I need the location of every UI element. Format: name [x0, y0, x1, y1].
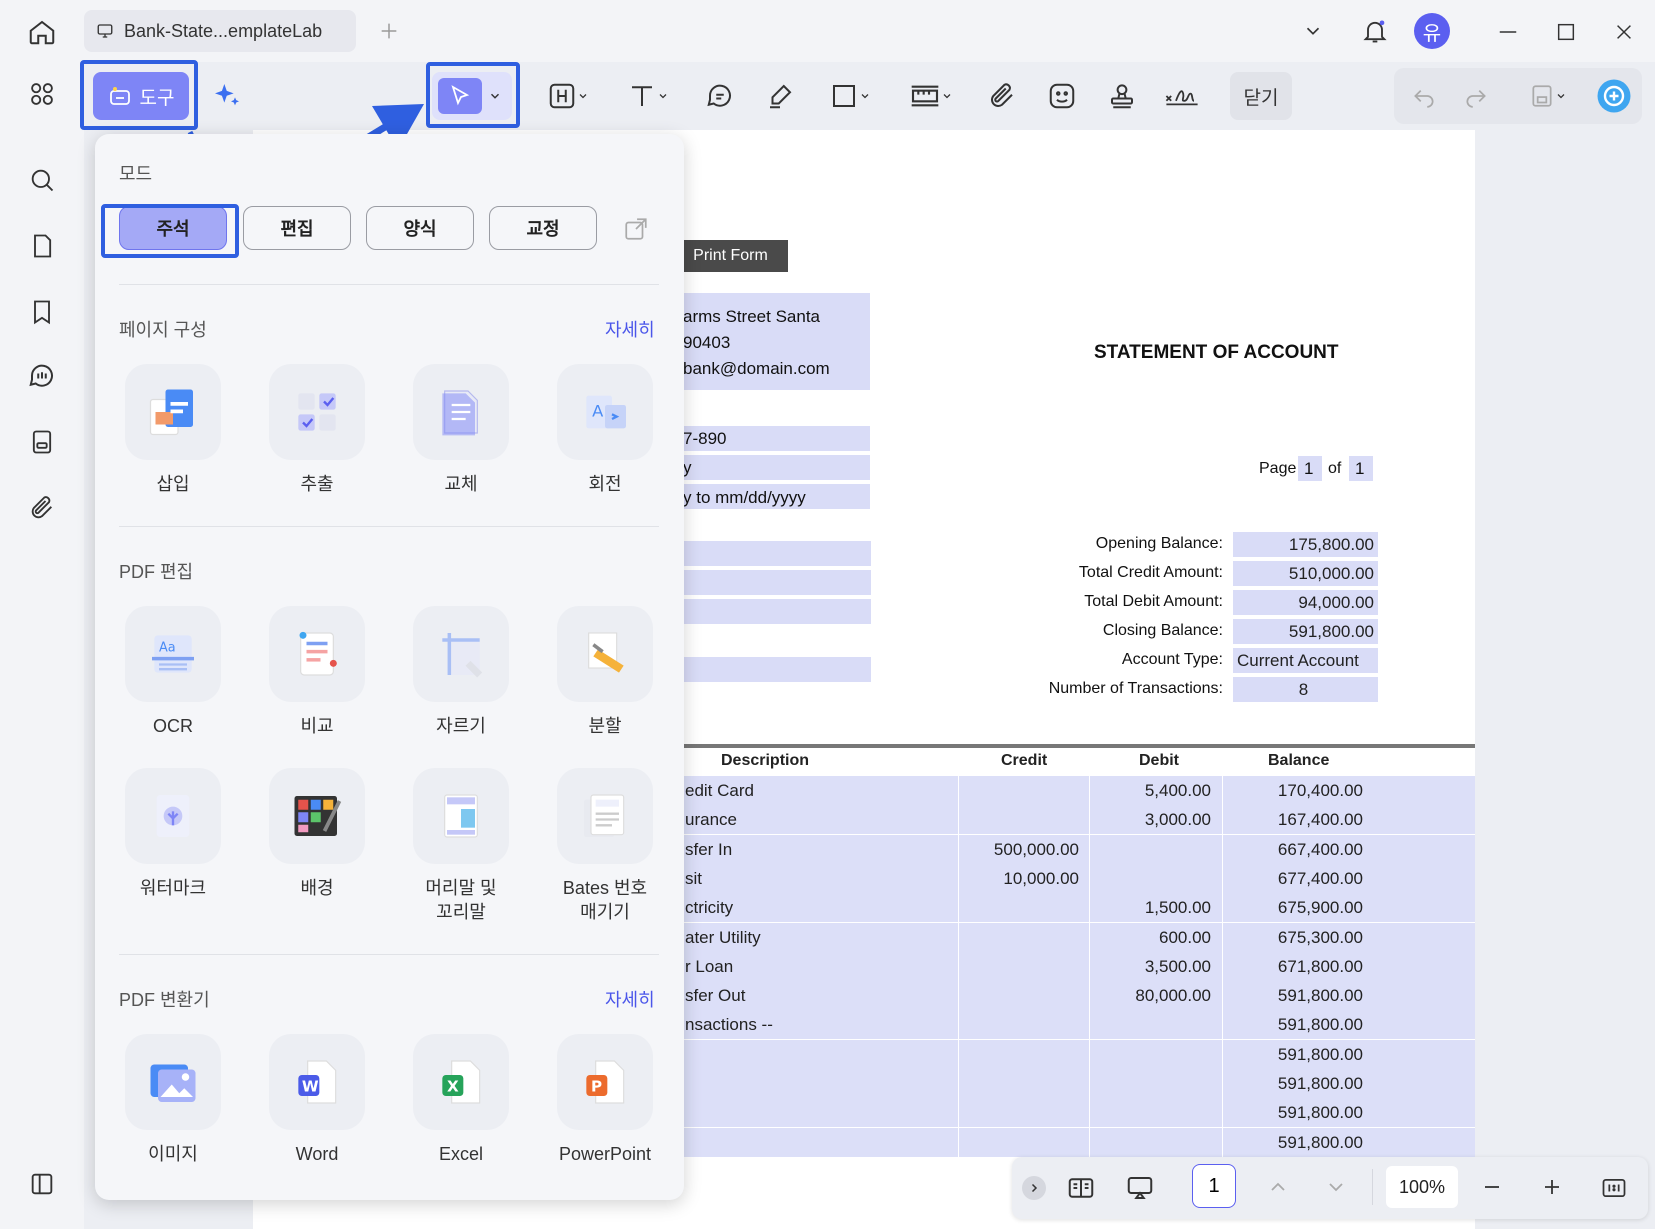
word-convert-tile[interactable]: W	[269, 1034, 365, 1130]
extract-tool-tile[interactable]	[269, 364, 365, 460]
edit-section-title: PDF 편집	[119, 562, 194, 582]
background-tool-tile[interactable]	[269, 768, 365, 864]
svg-text:A: A	[592, 402, 604, 421]
zoom-in-icon[interactable]	[1540, 1175, 1564, 1199]
watermark-icon	[156, 795, 190, 837]
convert-more-link[interactable]: 자세히	[605, 986, 655, 1012]
svg-text:P: P	[591, 1077, 602, 1095]
bates-number-icon	[584, 794, 625, 837]
image-icon	[150, 1064, 196, 1102]
image-convert-label: 이미지	[148, 1144, 198, 1164]
excel-convert-tile[interactable]: X	[413, 1034, 509, 1130]
excel-convert-label: Excel	[438, 1144, 483, 1164]
bates-tool-label: Bates 번호 매기기	[562, 878, 648, 922]
divider	[1372, 1169, 1373, 1205]
zoom-out-icon[interactable]	[1480, 1175, 1504, 1199]
crop-tool-label: 자르기	[436, 716, 486, 736]
rotate-pages-icon: A	[586, 395, 626, 429]
rotate-tool-tile[interactable]: A	[557, 364, 653, 460]
powerpoint-convert-label: PowerPoint	[558, 1144, 652, 1164]
excel-icon: X	[442, 1060, 481, 1104]
extract-pages-icon	[298, 393, 336, 431]
replace-tool-label: 교체	[444, 474, 478, 494]
crop-tool-tile[interactable]	[413, 606, 509, 702]
actual-size-icon[interactable]	[1600, 1174, 1628, 1202]
extract-tool-label: 추출	[300, 474, 334, 494]
divider	[119, 954, 659, 955]
zoom-level[interactable]: 100%	[1386, 1166, 1458, 1208]
compare-tool-label: 비교	[300, 716, 334, 736]
background-tool-label: 배경	[300, 878, 334, 898]
divider	[119, 526, 659, 527]
compare-tool-tile[interactable]	[269, 606, 365, 702]
split-tool-label: 분할	[588, 716, 622, 736]
insert-pages-icon	[149, 389, 193, 436]
svg-text:X: X	[447, 1077, 459, 1095]
ocr-tool-label: OCR	[153, 716, 193, 736]
mode-section-title: 모드	[119, 164, 153, 184]
watermark-tool-label: 워터마크	[139, 878, 207, 898]
page-number-input[interactable]	[1192, 1164, 1236, 1208]
convert-section-title: PDF 변환기	[119, 990, 210, 1010]
mode-review-button[interactable]: 교정	[489, 206, 597, 250]
svg-text:Aa: Aa	[159, 641, 176, 656]
replace-tool-tile[interactable]	[413, 364, 509, 460]
bates-tool-tile[interactable]	[557, 768, 653, 864]
divider	[119, 284, 659, 285]
header-footer-tool-tile[interactable]	[413, 768, 509, 864]
replace-pages-icon	[442, 390, 478, 436]
crop-icon	[442, 633, 483, 678]
powerpoint-icon: P	[586, 1060, 625, 1104]
header-footer-tool-label: 머리말 및 꼬리말	[425, 878, 497, 922]
tools-panel: 모드 주석 편집 양식 교정 페이지 구성 자세히 A 삽입 추출 교체 회전 …	[95, 134, 684, 1200]
rotate-tool-label: 회전	[588, 474, 622, 494]
ocr-tool-tile[interactable]: Aa	[125, 606, 221, 702]
previous-page-icon[interactable]	[1266, 1175, 1290, 1199]
next-page-icon[interactable]	[1324, 1175, 1348, 1199]
compare-icon	[299, 631, 337, 676]
bottom-navigation-bar: 100%	[1012, 1157, 1648, 1219]
image-convert-tile[interactable]	[125, 1034, 221, 1130]
mode-edit-button[interactable]: 편집	[243, 206, 351, 250]
powerpoint-convert-tile[interactable]: P	[557, 1034, 653, 1130]
page-layout-icon[interactable]	[1066, 1173, 1096, 1203]
split-tool-tile[interactable]	[557, 606, 653, 702]
split-cutter-icon	[588, 632, 624, 673]
presentation-icon[interactable]	[1124, 1173, 1156, 1203]
background-palette-icon	[294, 796, 342, 836]
ocr-icon: Aa	[152, 635, 194, 673]
expand-icon[interactable]	[1022, 1176, 1046, 1200]
page-more-link[interactable]: 자세히	[605, 316, 655, 342]
insert-tool-tile[interactable]	[125, 364, 221, 460]
word-convert-label: Word	[295, 1144, 339, 1164]
insert-tool-label: 삽입	[156, 474, 190, 494]
word-icon: W	[298, 1060, 337, 1104]
mode-annotate-highlight-box	[101, 204, 239, 258]
mode-form-button[interactable]: 양식	[366, 206, 474, 250]
svg-text:W: W	[302, 1077, 319, 1095]
watermark-tool-tile[interactable]	[125, 768, 221, 864]
page-section-title: 페이지 구성	[119, 320, 207, 340]
header-footer-icon	[444, 794, 478, 838]
open-external-icon[interactable]	[623, 216, 649, 242]
